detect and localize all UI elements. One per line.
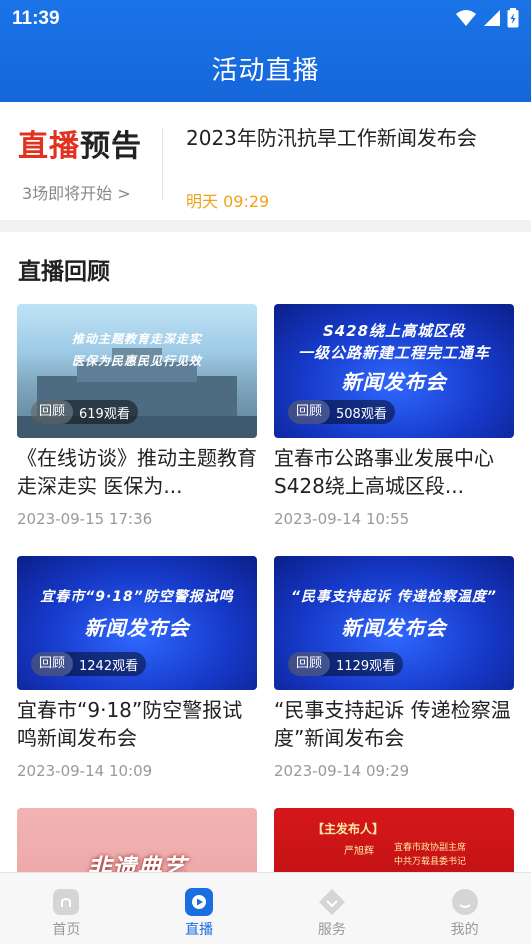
thumbnail-caption: 一级公路新建工程完工通车 xyxy=(297,344,490,362)
divider xyxy=(162,128,163,200)
logo-red-text: 直播 xyxy=(18,129,80,164)
page-title: 活动直播 xyxy=(211,56,320,86)
replay-thumbnail[interactable]: “民事支持起诉 传递检察温度” 新闻发布会 回顾 1129观看 xyxy=(274,556,514,690)
thumbnail-caption: 医保为民惠民见行见效 xyxy=(71,354,202,368)
card-date: 2023-09-15 17:36 xyxy=(17,510,153,528)
thumbnail-caption: 宜春市“9·18”防空警报试鸣 xyxy=(40,589,234,605)
replay-thumbnail[interactable]: 推动主题教育走深走实 医保为民惠民见行见效 回顾 619观看 xyxy=(17,304,257,438)
replay-badge: 回顾 1242观看 xyxy=(31,652,147,676)
replay-badge: 回顾 508观看 xyxy=(288,400,395,424)
bottom-tab-bar: 首页 直播 服务 我的 xyxy=(0,872,531,944)
upcoming-event-title[interactable]: 2023年防汛抗旱工作新闻发布会 xyxy=(186,122,477,151)
tab-live[interactable]: 直播 xyxy=(133,873,266,944)
thumbnail-caption: 【主发布人】 xyxy=(312,822,385,836)
live-preview-logo: 直播 预告 xyxy=(18,126,142,164)
view-count: 1129观看 xyxy=(336,658,396,674)
replay-badge: 回顾 1129观看 xyxy=(288,652,404,676)
live-preview-banner[interactable]: 直播 预告 3场即将开始 > 2023年防汛抗旱工作新闻发布会 明天 09:29 xyxy=(0,102,531,220)
thumbnail-caption: 宜春市政协副主席 xyxy=(394,843,467,853)
home-icon xyxy=(53,889,80,915)
thumbnail-caption: 严旭辉 xyxy=(344,846,374,857)
logo-black-text: 预告 xyxy=(80,129,142,164)
section-title: 直播回顾 xyxy=(18,259,110,285)
card-date: 2023-09-14 10:09 xyxy=(17,762,153,780)
replay-tag: 回顾 xyxy=(31,400,74,424)
replay-card[interactable]: 宜春市“9·18”防空警报试鸣 新闻发布会 回顾 1242观看 宜春市“9·18… xyxy=(17,556,257,780)
replay-tag: 回顾 xyxy=(288,652,331,676)
thumbnail-caption: 新闻发布会 xyxy=(84,616,190,640)
replay-thumbnail[interactable]: S428绕上高城区段 一级公路新建工程完工通车 新闻发布会 回顾 508观看 xyxy=(274,304,514,438)
card-date: 2023-09-14 09:29 xyxy=(274,762,410,780)
replay-thumbnail[interactable]: 宜春市“9·18”防空警报试鸣 新闻发布会 回顾 1242观看 xyxy=(17,556,257,690)
tab-profile[interactable]: 我的 xyxy=(398,873,531,944)
signal-icon xyxy=(484,10,500,26)
card-date: 2023-09-14 10:55 xyxy=(274,510,410,528)
tab-home[interactable]: 首页 xyxy=(0,873,133,944)
replay-badge: 回顾 619观看 xyxy=(31,400,138,424)
battery-icon xyxy=(507,8,519,28)
view-count: 508观看 xyxy=(336,406,387,422)
card-title[interactable]: 宜春市“9·18”防空警报试鸣新闻发布会 xyxy=(17,696,257,752)
replay-card[interactable]: “民事支持起诉 传递检察温度” 新闻发布会 回顾 1129观看 “民事支持起诉 … xyxy=(274,556,514,780)
tab-label: 我的 xyxy=(450,922,479,938)
card-title[interactable]: “民事支持起诉 传递检察温度”新闻发布会 xyxy=(274,696,514,752)
tab-service[interactable]: 服务 xyxy=(266,873,399,944)
section-gap xyxy=(0,220,531,232)
card-title[interactable]: 宜春市公路事业发展中心S428绕上高城区段... xyxy=(274,444,514,500)
card-title[interactable]: 《在线访谈》推动主题教育走深走实 医保为... xyxy=(17,444,257,500)
header-bar: 11:39 活动直播 xyxy=(0,0,531,102)
tab-label: 服务 xyxy=(317,922,346,938)
upcoming-event-time: 明天 09:29 xyxy=(186,192,270,211)
thumbnail-caption: 推动主题教育走深走实 xyxy=(71,332,202,346)
view-count: 1242观看 xyxy=(79,658,139,674)
replay-tag: 回顾 xyxy=(31,652,74,676)
replay-card[interactable]: S428绕上高城区段 一级公路新建工程完工通车 新闻发布会 回顾 508观看 宜… xyxy=(274,304,514,528)
profile-icon xyxy=(451,889,478,915)
tab-label: 首页 xyxy=(52,922,81,938)
thumbnail-caption: 新闻发布会 xyxy=(341,370,447,394)
thumbnail-caption: 中共万载县委书记 xyxy=(394,857,467,867)
status-time: 11:39 xyxy=(12,8,60,29)
tab-label: 直播 xyxy=(185,922,214,938)
thumbnail-caption: S428绕上高城区段 xyxy=(322,322,466,340)
service-icon xyxy=(318,889,345,915)
replay-tag: 回顾 xyxy=(288,400,331,424)
replay-card[interactable]: 推动主题教育走深走实 医保为民惠民见行见效 回顾 619观看 《在线访谈》推动主… xyxy=(17,304,257,528)
thumbnail-caption: “民事支持起诉 传递检察温度” xyxy=(291,589,497,605)
status-icons xyxy=(455,8,519,28)
live-icon xyxy=(185,888,214,916)
view-count: 619观看 xyxy=(79,406,130,422)
upcoming-count-link[interactable]: 3场即将开始 > xyxy=(22,180,131,204)
thumbnail-caption: 新闻发布会 xyxy=(341,616,447,640)
wifi-icon xyxy=(456,10,476,26)
